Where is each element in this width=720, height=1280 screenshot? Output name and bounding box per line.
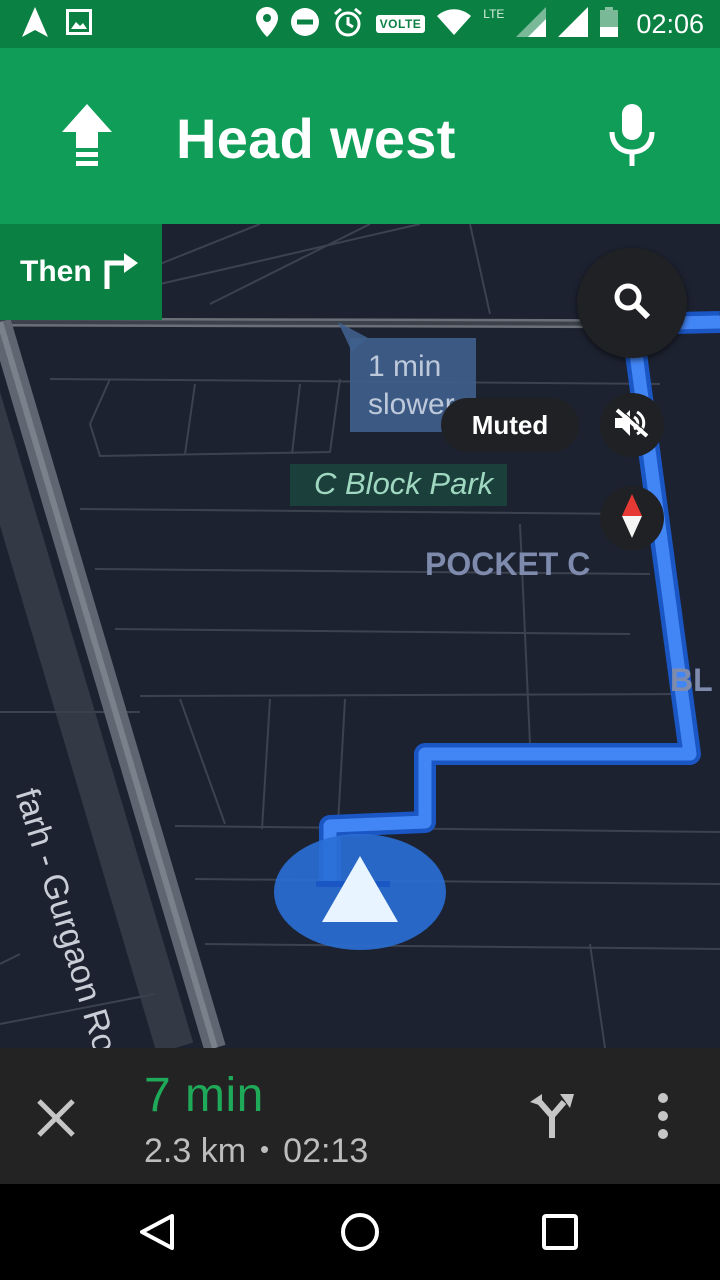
search-button[interactable] — [577, 248, 687, 358]
lte-label: LTE — [483, 7, 505, 21]
dnd-icon — [290, 7, 320, 42]
muted-label: Muted — [441, 398, 579, 452]
arrival-time: 02:13 — [283, 1132, 369, 1170]
home-icon[interactable] — [338, 1210, 382, 1259]
alarm-icon — [332, 6, 364, 43]
direction-banner[interactable]: Head west — [0, 48, 720, 224]
microphone-icon[interactable] — [604, 104, 660, 168]
volume-off-icon — [615, 407, 650, 443]
area-label-partial: BL — [670, 662, 713, 698]
direction-instruction: Head west — [176, 107, 456, 170]
arrow-up-icon — [62, 104, 112, 173]
wifi-icon — [437, 8, 472, 40]
trip-info-bar: 7 min 2.3 km • 02:13 — [0, 1048, 720, 1184]
eta-duration: 7 min — [144, 1069, 264, 1122]
alternate-routes-icon[interactable] — [528, 1092, 576, 1140]
area-label: POCKET C — [425, 546, 591, 582]
system-nav-bar — [0, 1184, 720, 1280]
next-step-banner[interactable]: Then — [0, 224, 162, 320]
compass-icon — [622, 493, 642, 543]
turn-right-icon — [104, 251, 140, 294]
callout-line-1: 1 min — [368, 350, 442, 383]
signal-icon-2 — [558, 6, 589, 42]
battery-icon — [600, 6, 619, 42]
then-label: Then — [20, 255, 92, 288]
trip-distance: 2.3 km — [144, 1132, 247, 1170]
image-icon — [66, 8, 92, 40]
compass-button[interactable] — [600, 486, 664, 550]
status-bar: VOLTE LTE 02:06 — [0, 0, 720, 48]
park-label: C Block Park — [290, 464, 508, 506]
navigation-screen: VOLTE LTE 02:06 Head west 1 min slower f… — [0, 0, 720, 1280]
recent-apps-icon[interactable] — [540, 1212, 580, 1257]
signal-icon — [516, 6, 547, 42]
sound-toggle-button[interactable] — [600, 393, 664, 457]
more-options-icon[interactable] — [646, 1092, 680, 1140]
volte-icon: VOLTE — [375, 15, 426, 33]
navigation-icon — [22, 6, 48, 42]
back-icon[interactable] — [138, 1212, 178, 1257]
search-icon — [613, 282, 651, 325]
trip-meta: 2.3 km • 02:13 — [144, 1132, 368, 1171]
separator-dot: • — [260, 1134, 270, 1164]
location-icon — [255, 6, 278, 42]
close-icon[interactable] — [36, 1098, 76, 1143]
status-time: 02:06 — [636, 8, 704, 39]
